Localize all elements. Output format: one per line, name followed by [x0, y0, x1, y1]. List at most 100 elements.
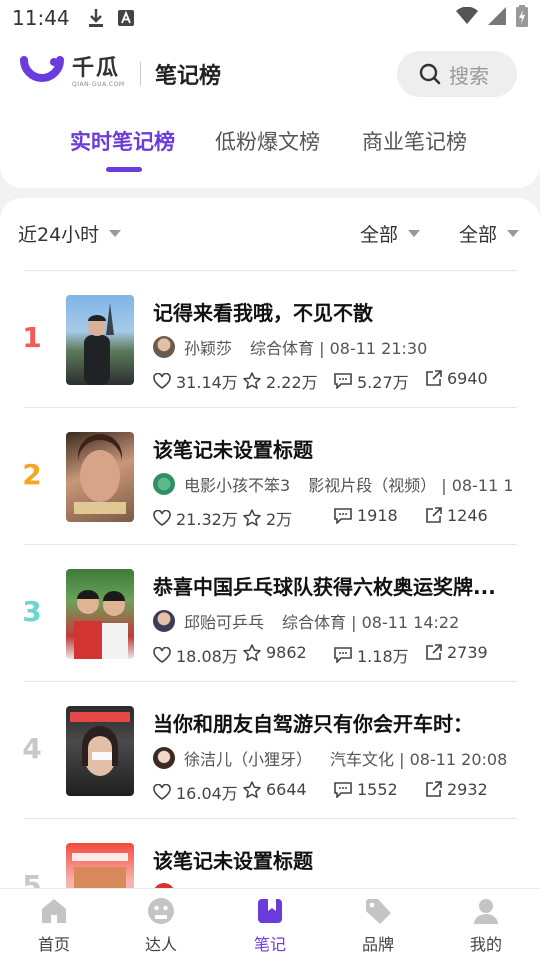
rank-number: 3 — [22, 595, 42, 628]
app-logo: 千瓜 QIAN-GUA.COM — [20, 56, 125, 88]
note-row[interactable]: 5 该笔记未设置标题 — [0, 819, 540, 898]
note-title[interactable]: 恭喜中国乒乓球队获得六枚奥运奖牌... — [153, 571, 518, 600]
favorite-value: 9862 — [266, 643, 307, 662]
note-title[interactable]: 记得来看我哦，不见不散 — [153, 297, 518, 326]
note-title[interactable]: 该笔记未设置标题 — [153, 434, 518, 463]
nav-brands[interactable]: 品牌 — [338, 897, 418, 955]
star-icon — [243, 643, 261, 661]
search-button[interactable]: 搜索 — [397, 51, 517, 97]
heart-icon — [153, 510, 171, 526]
note-thumbnail[interactable] — [66, 706, 134, 796]
author-avatar — [153, 747, 175, 769]
comment-value: 5.27万 — [357, 373, 409, 392]
filter-bar: 近24小时 全部 全部 — [0, 220, 540, 250]
user-icon — [472, 897, 500, 925]
category-filter-dropdown[interactable]: 全部 — [360, 220, 421, 247]
note-row[interactable]: 2 该笔记未设置标题 电影小孩不笨3 影视片段（视频） | 08-11 1 21… — [0, 408, 540, 545]
nav-home[interactable]: 首页 — [14, 897, 94, 955]
like-count: 18.08万 — [153, 643, 238, 667]
time-filter-dropdown[interactable]: 近24小时 — [18, 220, 122, 247]
like-value: 31.14万 — [176, 373, 238, 392]
note-title[interactable]: 该笔记未设置标题 — [153, 845, 518, 874]
time-filter-label: 近24小时 — [18, 224, 100, 246]
share-count: 2739 — [425, 643, 488, 662]
favorite-count: 9862 — [243, 643, 307, 662]
note-category-date: 综合体育 | 08-11 14:22 — [282, 613, 460, 632]
tab-realtime-notes[interactable]: 实时笔记榜 — [70, 126, 175, 156]
comment-count: 1918 — [334, 506, 398, 525]
caret-down-icon — [109, 230, 122, 237]
author-name[interactable]: 邱贻可乒乓 — [184, 609, 264, 633]
like-count: 16.04万 — [153, 780, 238, 804]
share-value: 1246 — [447, 506, 488, 525]
favorite-value: 6644 — [266, 780, 307, 799]
battery-icon — [516, 4, 528, 32]
nav-notes[interactable]: 笔记 — [230, 897, 310, 955]
share-icon — [426, 507, 442, 523]
home-icon — [40, 897, 68, 925]
rank-number: 1 — [22, 321, 42, 354]
like-value: 16.04万 — [176, 784, 238, 803]
share-value: 2739 — [447, 643, 488, 662]
status-bar: 11:44 — [0, 0, 540, 36]
note-stats: 16.04万 6644 1552 2932 — [153, 780, 523, 804]
comment-count: 1.18万 — [334, 643, 409, 667]
tab-low-follower-viral[interactable]: 低粉爆文榜 — [215, 126, 320, 156]
favorite-count: 2万 — [243, 506, 292, 530]
author-name[interactable]: 电影小孩不笨3 — [184, 472, 290, 496]
share-value: 6940 — [447, 369, 488, 388]
comment-icon — [334, 647, 352, 663]
star-icon — [243, 372, 261, 389]
note-thumbnail[interactable] — [66, 295, 134, 385]
like-count: 21.32万 — [153, 506, 238, 530]
nav-notes-label: 笔记 — [253, 935, 286, 954]
type-filter-dropdown[interactable]: 全部 — [459, 220, 520, 247]
note-category-date: 汽车文化 | 08-11 20:08 — [330, 750, 508, 769]
favorite-value: 2.22万 — [266, 373, 318, 392]
author-name[interactable]: 徐洁儿（小狸牙） — [184, 746, 312, 770]
like-value: 18.08万 — [176, 647, 238, 666]
favorite-count: 2.22万 — [243, 369, 318, 393]
header: 千瓜 QIAN-GUA.COM 笔记榜 搜索 实时笔记榜 低粉爆文榜 商业笔记榜 — [0, 36, 540, 188]
note-thumbnail[interactable] — [66, 569, 134, 659]
ranking-tabs: 实时笔记榜 低粉爆文榜 商业笔记榜 — [0, 124, 540, 174]
nav-brands-label: 品牌 — [361, 935, 394, 954]
note-title[interactable]: 当你和朋友自驾游只有你会开车时： — [153, 708, 518, 737]
comment-icon — [334, 373, 352, 389]
like-count: 31.14万 — [153, 369, 238, 393]
comment-count: 5.27万 — [334, 369, 409, 393]
nav-profile[interactable]: 我的 — [446, 897, 526, 955]
note-thumbnail[interactable] — [66, 432, 134, 522]
comment-icon — [334, 781, 352, 798]
tab-commercial-notes[interactable]: 商业笔记榜 — [362, 126, 467, 156]
share-count: 2932 — [425, 780, 488, 799]
logo-text: 千瓜 — [72, 55, 121, 81]
note-stats: 31.14万 2.22万 5.27万 6940 — [153, 369, 523, 393]
heart-icon — [153, 373, 171, 389]
note-row[interactable]: 3 恭喜中国乒乓球队获得六枚奥运奖牌... 邱贻可乒乓 综合体育 | 08-11… — [0, 545, 540, 682]
share-count: 6940 — [425, 369, 488, 388]
tag-icon — [364, 897, 392, 925]
header-divider — [140, 62, 141, 86]
note-icon — [256, 897, 284, 925]
note-meta: 邱贻可乒乓 综合体育 | 08-11 14:22 — [153, 609, 533, 633]
note-stats: 21.32万 2万 1918 1246 — [153, 506, 523, 530]
wifi-icon — [456, 6, 478, 30]
nav-influencers[interactable]: 达人 — [121, 897, 201, 955]
signal-icon — [488, 6, 506, 30]
comment-value: 1552 — [357, 780, 398, 799]
like-value: 21.32万 — [176, 510, 238, 529]
heart-icon — [153, 784, 171, 800]
note-row[interactable]: 1 记得来看我哦，不见不散 孙颖莎 综合体育 | 08-11 21:30 31.… — [0, 271, 540, 408]
download-icon — [88, 8, 104, 28]
favorite-count: 6644 — [243, 780, 307, 799]
note-ranking-list: 近24小时 全部 全部 1 记得来看我哦，不见不散 孙颖莎 综合体育 | 08-… — [0, 198, 540, 898]
logo-subtext: QIAN-GUA.COM — [72, 80, 125, 88]
bottom-navigation: 首页 达人 笔记 品牌 我的 — [0, 888, 540, 960]
note-stats: 18.08万 9862 1.18万 2739 — [153, 643, 523, 667]
comment-count: 1552 — [334, 780, 398, 799]
note-row[interactable]: 4 当你和朋友自驾游只有你会开车时： 徐洁儿（小狸牙） 汽车文化 | 08-11… — [0, 682, 540, 819]
note-meta: 孙颖莎 综合体育 | 08-11 21:30 — [153, 335, 533, 359]
share-icon — [426, 781, 442, 797]
author-name[interactable]: 孙颖莎 — [184, 335, 232, 359]
